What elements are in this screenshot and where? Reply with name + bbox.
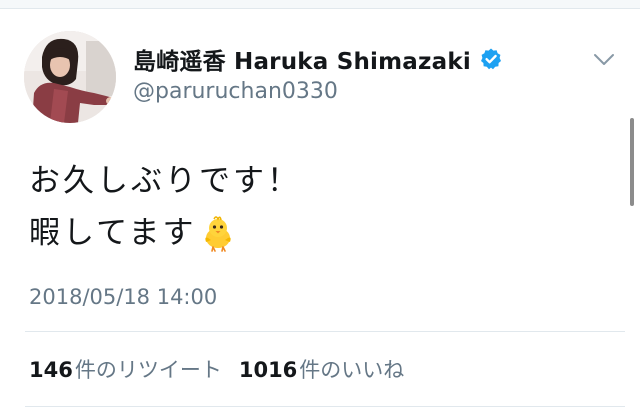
like-count: 1016 bbox=[238, 358, 298, 382]
retweet-count: 146 bbox=[29, 358, 73, 382]
divider bbox=[25, 406, 625, 407]
baby-chick-icon bbox=[204, 216, 231, 252]
verified-badge-icon bbox=[480, 48, 501, 70]
display-name[interactable]: 島崎遥香 Haruka Shimazaki bbox=[133, 42, 503, 76]
tweet-detail: 島崎遥香 Haruka Shimazaki @paruruchan0330 お久… bbox=[0, 0, 640, 415]
avatar-photo bbox=[24, 31, 116, 123]
avatar[interactable] bbox=[24, 31, 116, 123]
retweet-count-link[interactable]: 146 件のリツイート bbox=[29, 354, 222, 384]
tweet-text-line-2: 暇してます bbox=[29, 213, 237, 253]
scrollbar[interactable] bbox=[630, 118, 634, 206]
tweet-text-line-1: お久しぶりです！ bbox=[29, 163, 301, 199]
tweet-stats: 146 件のリツイート 1016 件のいいね bbox=[29, 354, 404, 384]
tweet-text-line-2-text: 暇してます bbox=[29, 215, 197, 251]
display-name-text[interactable]: 島崎遥香 Haruka Shimazaki bbox=[133, 42, 471, 76]
like-label: 件のいいね bbox=[299, 358, 405, 382]
divider bbox=[25, 331, 625, 332]
like-count-link[interactable]: 1016 件のいいね bbox=[239, 354, 404, 384]
retweet-label: 件のリツイート bbox=[74, 358, 222, 382]
tweet-timestamp[interactable]: 2018/05/18 14:00 bbox=[29, 285, 217, 309]
top-divider bbox=[0, 0, 640, 9]
chevron-down-icon[interactable] bbox=[593, 53, 615, 67]
user-handle[interactable]: @paruruchan0330 bbox=[133, 79, 338, 104]
